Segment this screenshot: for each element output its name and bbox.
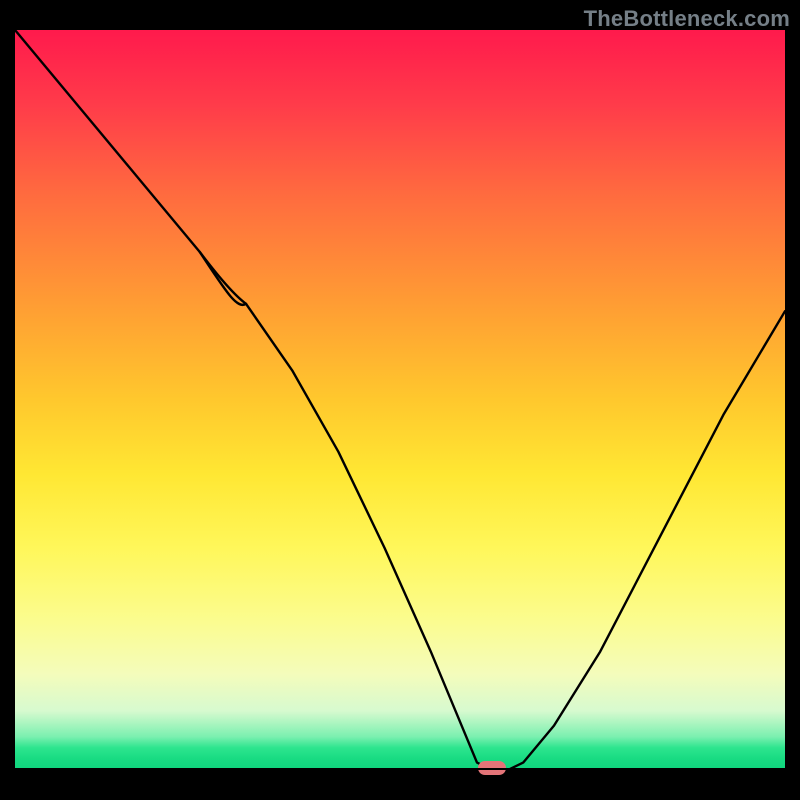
bottleneck-curve bbox=[15, 30, 785, 770]
chart-frame: TheBottleneck.com bbox=[0, 0, 800, 800]
plot-area bbox=[15, 30, 785, 770]
watermark-text: TheBottleneck.com bbox=[584, 6, 790, 32]
x-axis-baseline bbox=[15, 768, 785, 770]
